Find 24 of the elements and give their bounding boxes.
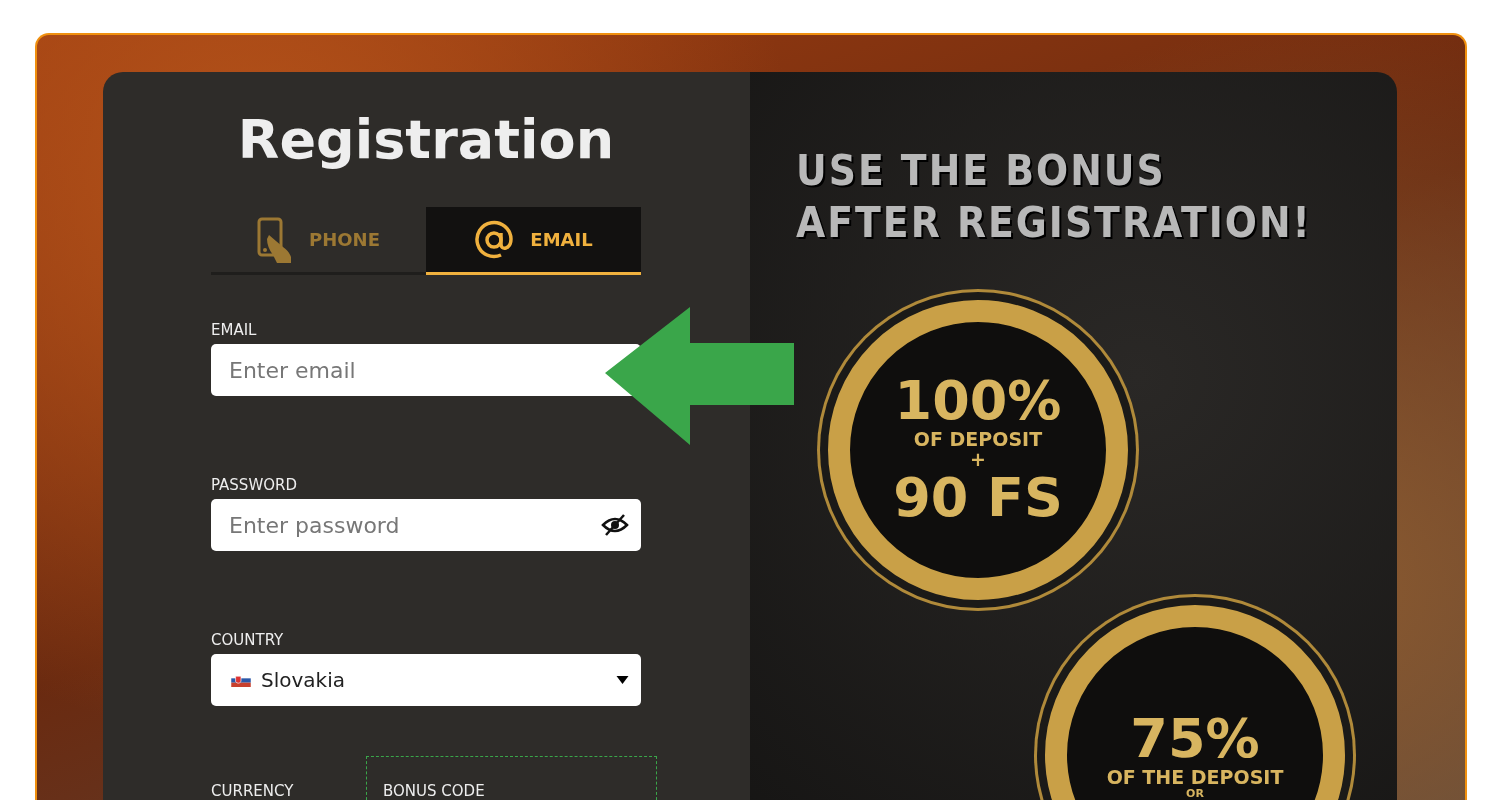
field-label: COUNTRY [211,631,285,649]
flag-icon [231,673,251,687]
offer-text: OR [1186,787,1204,800]
offer-text: + [970,450,986,470]
field-label: EMAIL [211,321,258,339]
offer-text: OF THE DEPOSIT [1106,767,1284,788]
offer-text: 90 FS [893,469,1063,527]
caret-icon [616,676,629,684]
at-sign-icon [474,219,515,260]
email-field[interactable]: Enter email [211,344,641,396]
field-label: CURRENCY [211,782,295,800]
offer-text: OF DEPOSIT [913,430,1043,450]
field-label: BONUS CODE [383,782,485,800]
tab[interactable]: EMAIL [426,207,641,275]
promo-heading: USE THE BONUS AFTER REGISTRATION! [796,145,1312,249]
offer-text: 75% [1130,710,1260,768]
page-title: Registration [236,108,616,172]
eye-off-icon[interactable] [601,513,629,537]
password-field[interactable]: Enter password [211,499,641,551]
bonus-code-field[interactable]: BONUS CODE [366,756,657,800]
phone-hand-icon [257,216,294,263]
country-select[interactable]: Slovakia [211,654,641,706]
offer-text: 100% [894,373,1062,431]
field-label: PASSWORD [211,476,298,494]
